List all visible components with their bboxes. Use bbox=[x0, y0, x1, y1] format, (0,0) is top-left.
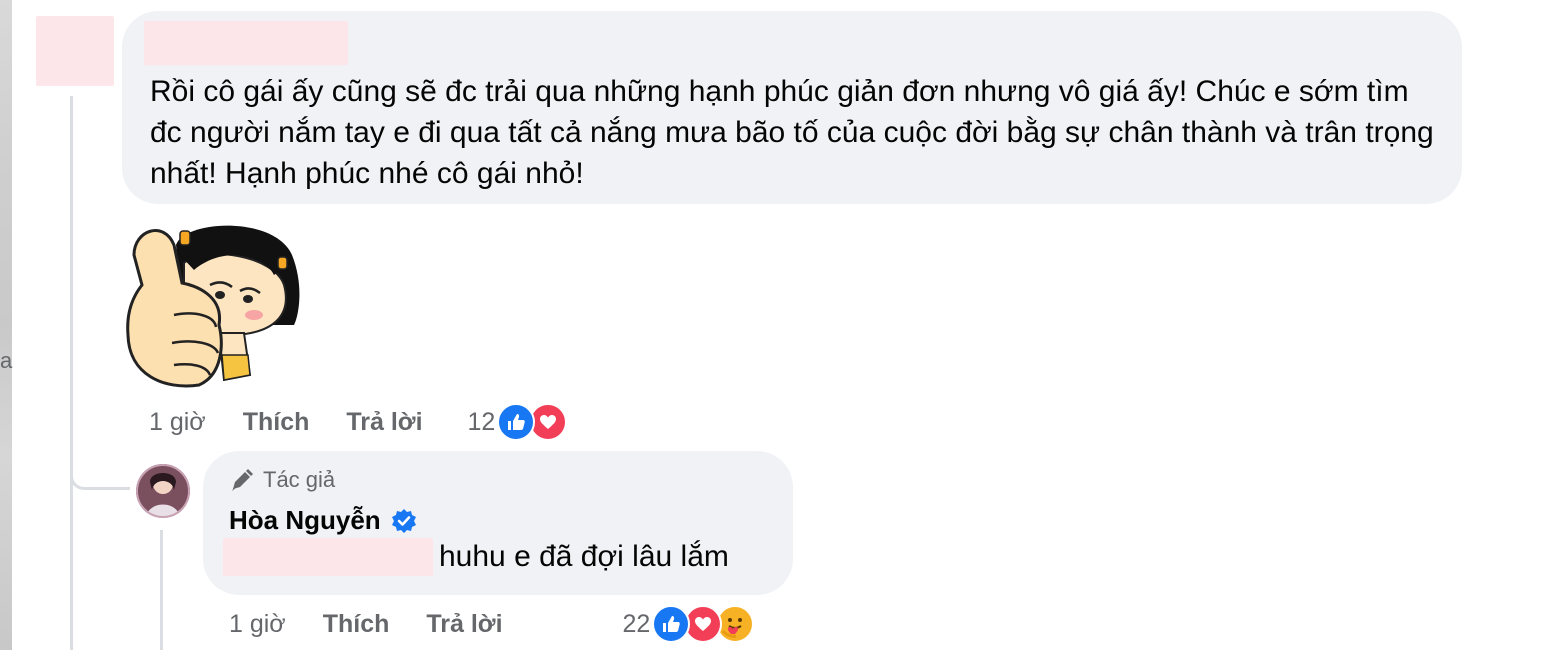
thumbs-up-girl-sticker[interactable] bbox=[124, 215, 304, 393]
thread-line bbox=[70, 96, 73, 650]
thread-line-reply bbox=[160, 530, 163, 650]
author-badge: Tác giả bbox=[229, 467, 335, 493]
like-icon bbox=[497, 403, 536, 441]
like-icon bbox=[652, 605, 691, 643]
like-button[interactable]: Thích bbox=[323, 610, 390, 639]
reaction-summary[interactable] bbox=[497, 403, 568, 441]
comment-bubble: Rồi cô gái ấy cũng sẽ đc trải qua những … bbox=[122, 11, 1462, 204]
love-icon bbox=[529, 403, 568, 441]
care-icon bbox=[716, 605, 755, 643]
love-icon bbox=[684, 605, 723, 643]
reaction-count[interactable]: 22 bbox=[623, 610, 651, 639]
commenter-avatar-redacted[interactable] bbox=[36, 16, 114, 86]
reaction-summary[interactable] bbox=[652, 605, 755, 643]
reply-button[interactable]: Trả lời bbox=[426, 610, 502, 639]
reply-actions: 1 giờ Thích Trả lời 22 bbox=[229, 604, 755, 644]
pen-icon bbox=[232, 469, 253, 491]
reply-text: huhu e đã đợi lâu lắm bbox=[439, 540, 729, 573]
commenter-name-redacted[interactable] bbox=[144, 21, 348, 65]
reply-author: Hòa Nguyễn bbox=[229, 505, 417, 536]
cropped-text: a bbox=[0, 348, 13, 373]
reply-button[interactable]: Trả lời bbox=[346, 408, 422, 437]
comment-actions: 1 giờ Thích Trả lời 12 bbox=[149, 402, 568, 442]
reply-bubble: Tác giả Hòa Nguyễn huhu e đã đợi lâu lắm bbox=[203, 451, 793, 595]
reply-author-name[interactable]: Hòa Nguyễn bbox=[229, 505, 381, 536]
thread-reply-connector bbox=[70, 420, 130, 490]
reaction-count[interactable]: 12 bbox=[468, 408, 496, 437]
comment-timestamp[interactable]: 1 giờ bbox=[149, 408, 206, 437]
comment-text: Rồi cô gái ấy cũng sẽ đc trải qua những … bbox=[150, 75, 1434, 190]
background-edge bbox=[0, 0, 12, 650]
reply-avatar[interactable] bbox=[136, 464, 190, 518]
like-button[interactable]: Thích bbox=[243, 408, 310, 437]
verified-badge-icon bbox=[391, 508, 416, 533]
reply-timestamp[interactable]: 1 giờ bbox=[229, 610, 286, 639]
mention-redacted[interactable] bbox=[223, 538, 433, 576]
author-badge-label: Tác giả bbox=[263, 467, 336, 492]
